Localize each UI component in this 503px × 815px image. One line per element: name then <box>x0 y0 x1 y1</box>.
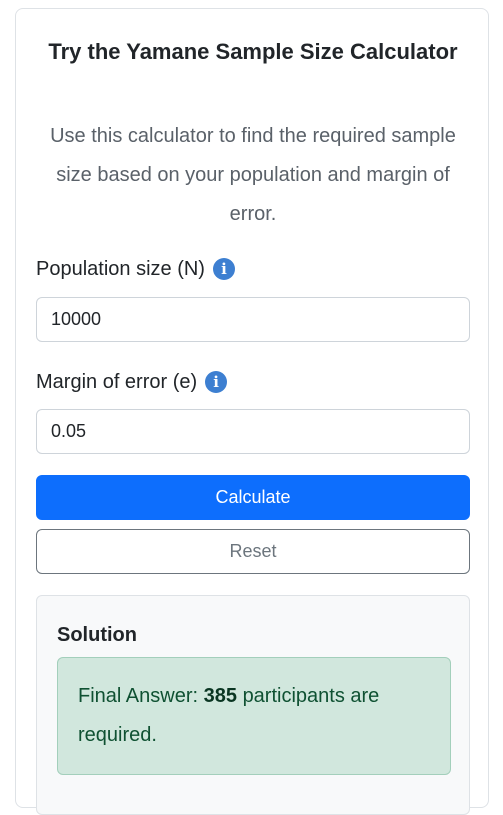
population-info-icon[interactable]: i <box>212 258 235 280</box>
margin-label-row: Margin of error (e) i <box>36 369 228 395</box>
margin-info-icon[interactable]: i <box>205 371 228 393</box>
margin-input[interactable] <box>36 409 470 454</box>
population-input[interactable] <box>36 297 470 342</box>
margin-label: Margin of error (e) <box>36 371 198 393</box>
calculate-button[interactable]: Calculate <box>36 475 470 520</box>
population-label-row: Population size (N) i <box>36 256 235 282</box>
answer-value: 385 <box>203 685 237 707</box>
reset-button[interactable]: Reset <box>36 529 470 574</box>
calculator-card: Try the Yamane Sample Size Calculator Us… <box>15 8 489 815</box>
answer-prefix: Final Answer: <box>78 685 199 707</box>
final-answer-alert: Final Answer: 385 participants are requi… <box>57 657 451 775</box>
calculator-title: Try the Yamane Sample Size Calculator <box>48 39 458 64</box>
population-label: Population size (N) <box>36 258 205 280</box>
calculator-description: Use this calculator to find the required… <box>50 125 456 225</box>
solution-heading: Solution <box>57 624 137 646</box>
solution-panel: Solution Final Answer: 385 participants … <box>36 595 470 815</box>
